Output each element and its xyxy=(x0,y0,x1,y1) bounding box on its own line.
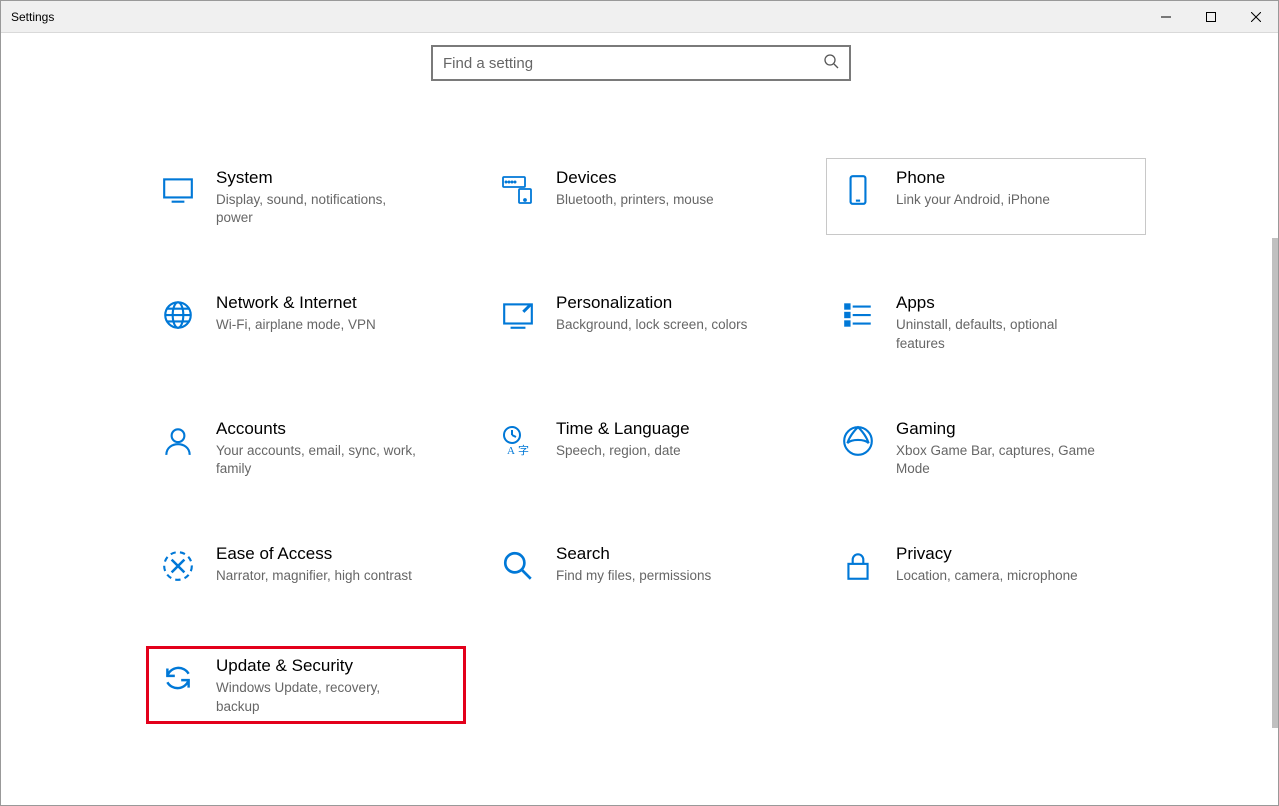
maximize-button[interactable] xyxy=(1188,1,1233,33)
tile-desc: Windows Update, recovery, backup xyxy=(216,679,416,715)
tile-title: Personalization xyxy=(556,293,798,313)
search-input[interactable] xyxy=(443,55,823,72)
tile-title: Ease of Access xyxy=(216,544,458,564)
scrollbar[interactable] xyxy=(1272,238,1278,728)
tile-network[interactable]: Network & Internet Wi-Fi, airplane mode,… xyxy=(146,283,466,360)
lock-icon xyxy=(834,542,882,590)
tile-accounts[interactable]: Accounts Your accounts, email, sync, wor… xyxy=(146,409,466,486)
tile-apps[interactable]: Apps Uninstall, defaults, optional featu… xyxy=(826,283,1146,360)
devices-icon xyxy=(494,166,542,214)
tile-title: Gaming xyxy=(896,419,1138,439)
tile-desc: Speech, region, date xyxy=(556,442,756,460)
search-box[interactable] xyxy=(431,45,851,81)
tile-desc: Your accounts, email, sync, work, family xyxy=(216,442,416,478)
tile-desc: Xbox Game Bar, captures, Game Mode xyxy=(896,442,1096,478)
tile-title: System xyxy=(216,168,458,188)
gaming-icon xyxy=(834,417,882,465)
globe-icon xyxy=(154,291,202,339)
tile-search[interactable]: Search Find my files, permissions xyxy=(486,534,806,598)
tile-desc: Background, lock screen, colors xyxy=(556,316,756,334)
tile-title: Search xyxy=(556,544,798,564)
minimize-button[interactable] xyxy=(1143,1,1188,33)
tile-system[interactable]: System Display, sound, notifications, po… xyxy=(146,158,466,235)
apps-icon xyxy=(834,291,882,339)
tile-privacy[interactable]: Privacy Location, camera, microphone xyxy=(826,534,1146,598)
update-icon xyxy=(154,654,202,702)
tile-title: Privacy xyxy=(896,544,1138,564)
tile-desc: Link your Android, iPhone xyxy=(896,191,1096,209)
search-category-icon xyxy=(494,542,542,590)
tile-devices[interactable]: Devices Bluetooth, printers, mouse xyxy=(486,158,806,235)
tile-desc: Display, sound, notifications, power xyxy=(216,191,416,227)
tile-update-security[interactable]: Update & Security Windows Update, recove… xyxy=(146,646,466,723)
tile-title: Phone xyxy=(896,168,1138,188)
tile-title: Update & Security xyxy=(216,656,458,676)
content-area: System Display, sound, notifications, po… xyxy=(1,33,1278,805)
svg-text:A: A xyxy=(507,445,515,457)
tile-desc: Find my files, permissions xyxy=(556,567,756,585)
tile-gaming[interactable]: Gaming Xbox Game Bar, captures, Game Mod… xyxy=(826,409,1146,486)
time-language-icon: A 字 xyxy=(494,417,542,465)
tile-title: Apps xyxy=(896,293,1138,313)
tile-desc: Narrator, magnifier, high contrast xyxy=(216,567,416,585)
tile-title: Devices xyxy=(556,168,798,188)
tile-time-language[interactable]: A 字 Time & Language Speech, region, date xyxy=(486,409,806,486)
tile-title: Accounts xyxy=(216,419,458,439)
tile-desc: Wi-Fi, airplane mode, VPN xyxy=(216,316,416,334)
tile-phone[interactable]: Phone Link your Android, iPhone xyxy=(826,158,1146,235)
tile-desc: Uninstall, defaults, optional features xyxy=(896,316,1096,352)
ease-of-access-icon xyxy=(154,542,202,590)
tile-title: Time & Language xyxy=(556,419,798,439)
personalization-icon xyxy=(494,291,542,339)
close-button[interactable] xyxy=(1233,1,1278,33)
phone-icon xyxy=(834,166,882,214)
accounts-icon xyxy=(154,417,202,465)
tile-title: Network & Internet xyxy=(216,293,458,313)
svg-text:字: 字 xyxy=(518,443,529,457)
tile-personalization[interactable]: Personalization Background, lock screen,… xyxy=(486,283,806,360)
search-icon xyxy=(823,53,839,74)
title-bar: Settings xyxy=(1,1,1278,33)
system-icon xyxy=(154,166,202,214)
tile-ease-of-access[interactable]: Ease of Access Narrator, magnifier, high… xyxy=(146,534,466,598)
settings-grid: System Display, sound, notifications, po… xyxy=(146,158,1146,724)
tile-desc: Bluetooth, printers, mouse xyxy=(556,191,756,209)
window-title: Settings xyxy=(11,10,54,24)
tile-desc: Location, camera, microphone xyxy=(896,567,1096,585)
